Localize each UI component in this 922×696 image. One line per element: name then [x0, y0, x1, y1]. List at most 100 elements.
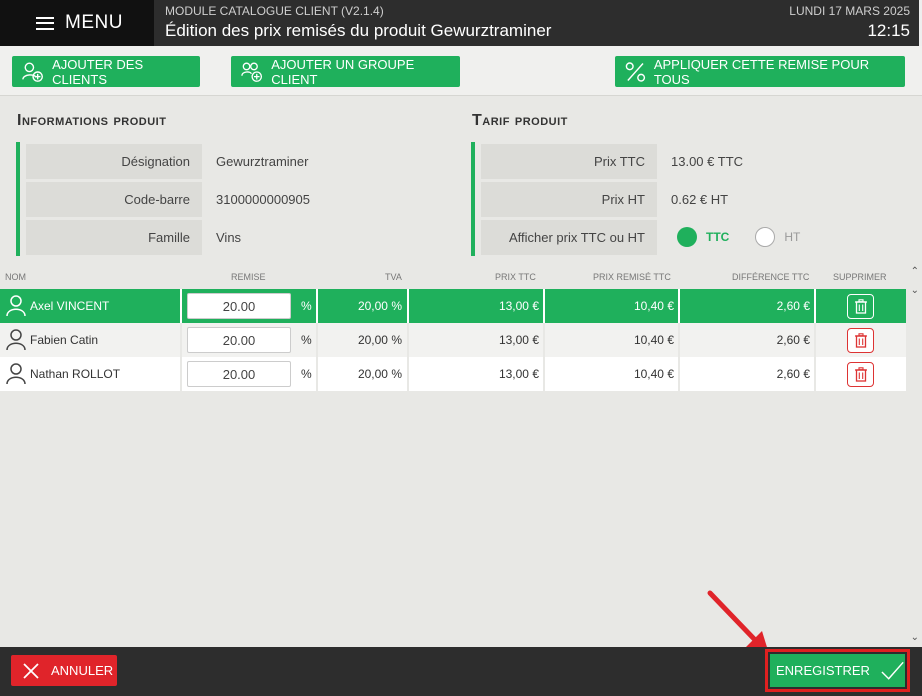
table-header: NOM REMISE TVA PRIX TTC PRIX REMISÉ TTC …	[0, 268, 906, 287]
user-icon	[6, 357, 26, 391]
column-divider	[180, 357, 182, 391]
column-divider	[814, 323, 816, 357]
product-info-block: Désignation Gewurztraminer Code-barre 31…	[16, 142, 310, 256]
table-row[interactable]: Axel VINCENT 20.00 % 20,00 % 13,00 € 10,…	[0, 289, 906, 323]
difference-value: 2,60 €	[776, 299, 810, 313]
display-mode-radios: TTC HT	[657, 227, 800, 247]
remise-input[interactable]: 20.00	[187, 327, 291, 353]
info-value: 3100000000905	[216, 191, 310, 207]
client-name: Axel VINCENT	[30, 299, 110, 313]
remise-input[interactable]: 20.00	[187, 361, 291, 387]
col-tva: TVA	[385, 272, 402, 282]
add-group-button[interactable]: AJOUTER UN GROUPE CLIENT	[231, 56, 460, 87]
radio-ht-label: HT	[784, 230, 801, 244]
info-value: Vins	[216, 229, 242, 245]
info-label: Code-barre	[26, 181, 202, 217]
tarif-row-ttc: Prix TTC 13.00 € TTC	[475, 142, 800, 180]
tva-value: 20,00 %	[357, 367, 402, 381]
apply-all-label: APPLIQUER CETTE REMISE POUR TOUS	[653, 56, 870, 87]
col-prix-ttc: PRIX TTC	[495, 272, 536, 282]
column-divider	[180, 289, 182, 323]
radio-ttc[interactable]	[677, 227, 697, 247]
client-name: Fabien Catin	[30, 333, 99, 347]
close-icon	[23, 662, 39, 679]
tarif-block: Prix TTC 13.00 € TTC Prix HT 0.62 € HT A…	[471, 142, 800, 256]
page-title: Édition des prix remisés du produit Gewu…	[165, 21, 552, 40]
cancel-button[interactable]: ANNULER	[11, 655, 117, 686]
menu-button[interactable]: MENU	[0, 0, 154, 46]
column-divider	[814, 357, 816, 391]
tva-value: 20,00 %	[357, 333, 402, 347]
radio-ht[interactable]	[755, 227, 776, 247]
hamburger-icon	[36, 16, 54, 30]
tarif-title: Tarif produit	[472, 112, 568, 129]
toolbar: AJOUTER DES CLIENTS AJOUTER UN GROUPE CL…	[0, 46, 922, 96]
add-user-icon	[22, 62, 43, 82]
cancel-label: ANNULER	[51, 663, 114, 678]
add-clients-button[interactable]: AJOUTER DES CLIENTS	[12, 56, 200, 87]
scroll-down-icon[interactable]: ⌄	[911, 285, 919, 296]
prix-ttc-value: 13,00 €	[498, 367, 539, 381]
menu-label: MENU	[65, 12, 123, 33]
trash-icon	[854, 366, 867, 382]
header-date: LUNDI 17 MARS 2025	[789, 4, 910, 18]
radio-ttc-label: TTC	[706, 230, 730, 244]
info-label: Famille	[26, 219, 202, 255]
tarif-label: Prix HT	[481, 181, 657, 217]
module-title: MODULE CATALOGUE CLIENT (V2.1.4)	[165, 4, 384, 18]
tarif-value: 0.62 € HT	[671, 191, 729, 207]
column-divider	[180, 323, 182, 357]
info-row-family: Famille Vins	[20, 218, 310, 256]
tva-value: 20,00 %	[357, 299, 402, 313]
user-icon	[6, 289, 26, 323]
check-icon	[881, 661, 904, 680]
info-row-barcode: Code-barre 3100000000905	[20, 180, 310, 218]
client-name: Nathan ROLLOT	[30, 367, 121, 381]
info-label: Désignation	[26, 143, 202, 179]
delete-button[interactable]	[847, 361, 874, 387]
tarif-label: Afficher prix TTC ou HT	[481, 219, 657, 255]
percent-sign: %	[301, 333, 312, 347]
table-row[interactable]: Nathan ROLLOT 20.00 % 20,00 % 13,00 € 10…	[0, 357, 906, 391]
header-time: 12:15	[867, 21, 910, 40]
prix-remise-value: 10,40 €	[633, 299, 674, 313]
prix-ttc-value: 13,00 €	[498, 333, 539, 347]
save-label: ENREGISTRER	[776, 663, 870, 678]
difference-value: 2,60 €	[776, 367, 810, 381]
percent-sign: %	[301, 299, 312, 313]
trash-icon	[854, 298, 867, 314]
percent-icon	[625, 61, 646, 82]
column-divider	[814, 289, 816, 323]
delete-button[interactable]	[847, 327, 874, 353]
tarif-row-ht: Prix HT 0.62 € HT	[475, 180, 800, 218]
col-nom: NOM	[5, 272, 26, 282]
product-info-title: Informations produit	[17, 112, 167, 129]
tarif-row-display: Afficher prix TTC ou HT TTC HT	[475, 218, 800, 256]
user-icon	[6, 323, 26, 357]
delete-button[interactable]	[847, 293, 874, 319]
trash-icon	[854, 332, 867, 348]
col-supprimer: SUPPRIMER	[833, 272, 887, 282]
col-prix-remise: PRIX REMISÉ TTC	[593, 272, 671, 282]
difference-value: 2,60 €	[776, 333, 810, 347]
prix-remise-value: 10,40 €	[633, 367, 674, 381]
col-remise: REMISE	[231, 272, 266, 282]
prix-remise-value: 10,40 €	[633, 333, 674, 347]
table-row[interactable]: Fabien Catin 20.00 % 20,00 % 13,00 € 10,…	[0, 323, 906, 357]
scroll-bottom-icon[interactable]: ⌄	[911, 632, 919, 643]
add-group-icon	[241, 62, 263, 82]
apply-all-button[interactable]: APPLIQUER CETTE REMISE POUR TOUS	[615, 56, 905, 87]
remise-input[interactable]: 20.00	[187, 293, 291, 319]
prix-ttc-value: 13,00 €	[498, 299, 539, 313]
percent-sign: %	[301, 367, 312, 381]
info-row-designation: Désignation Gewurztraminer	[20, 142, 310, 180]
save-button[interactable]: ENREGISTRER	[770, 654, 905, 687]
add-clients-label: AJOUTER DES CLIENTS	[52, 56, 144, 87]
info-value: Gewurztraminer	[216, 153, 309, 169]
col-difference: DIFFÉRENCE TTC	[732, 272, 810, 282]
app-header: MENU MODULE CATALOGUE CLIENT (V2.1.4) Éd…	[0, 0, 922, 46]
add-group-label: AJOUTER UN GROUPE CLIENT	[271, 56, 415, 87]
scroll-up-icon[interactable]: ⌃	[911, 266, 919, 277]
tarif-label: Prix TTC	[481, 143, 657, 179]
tarif-value: 13.00 € TTC	[671, 153, 744, 169]
